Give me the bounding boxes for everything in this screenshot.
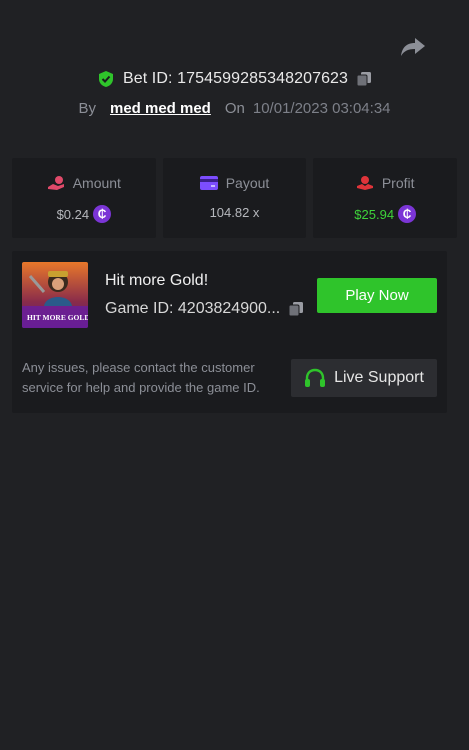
payout-label: Payout [225,175,270,191]
live-support-label: Live Support [334,369,424,386]
game-title: Hit more Gold! [105,272,209,289]
shield-check-icon [98,71,113,87]
amount-value: $0.24 [56,206,90,222]
copy-bet-id-icon[interactable] [356,71,372,87]
stat-payout: Payout 104.82 x [162,158,307,238]
by-label: By [78,99,96,117]
hand-coin-icon [356,176,373,190]
copy-game-id-icon[interactable] [288,301,304,317]
game-id: Game ID: 4203824900... [105,300,281,317]
headset-icon [305,368,326,387]
stat-profit: Profit $25.94 ₵ [313,158,458,238]
bet-datetime: 10/01/2023 03:04:34 [252,99,391,117]
on-label: On [224,99,245,117]
share-icon [401,38,425,56]
bet-id: Bet ID: 1754599285348207623 [122,70,349,87]
share-button[interactable] [400,36,426,58]
profit-label: Profit [381,175,415,191]
support-notice: Any issues, please contact the customer … [22,360,260,395]
stat-amount: Amount $0.24 ₵ [12,158,156,238]
payout-value: 104.82 x [209,205,260,220]
game-card: HIT MORE GOLD! Hit more Gold! Game ID: 4… [12,251,447,413]
currency-coin-icon: ₵ [93,205,112,223]
bet-meta: By med med med On 10/01/2023 03:04:34 [0,98,469,118]
bet-id-row: Bet ID: 1754599285348207623 [0,68,469,90]
game-thumbnail-art: HIT MORE GOLD! [22,262,88,328]
play-now-button[interactable]: Play Now [317,278,437,313]
live-support-button[interactable]: Live Support [291,359,437,397]
username-link[interactable]: med med med [110,100,211,117]
bet-stats: Amount $0.24 ₵ Payout 104.82 x Profit $2… [12,158,458,238]
game-id-row: Game ID: 4203824900... [105,300,304,318]
profit-value: $25.94 [354,206,395,222]
amount-label: Amount [72,175,121,191]
hand-coin-icon [47,176,64,190]
card-icon [199,176,218,190]
game-thumbnail[interactable]: HIT MORE GOLD! [22,262,88,328]
currency-coin-icon: ₵ [398,205,417,223]
thumbnail-title: HIT MORE GOLD! [27,313,88,322]
